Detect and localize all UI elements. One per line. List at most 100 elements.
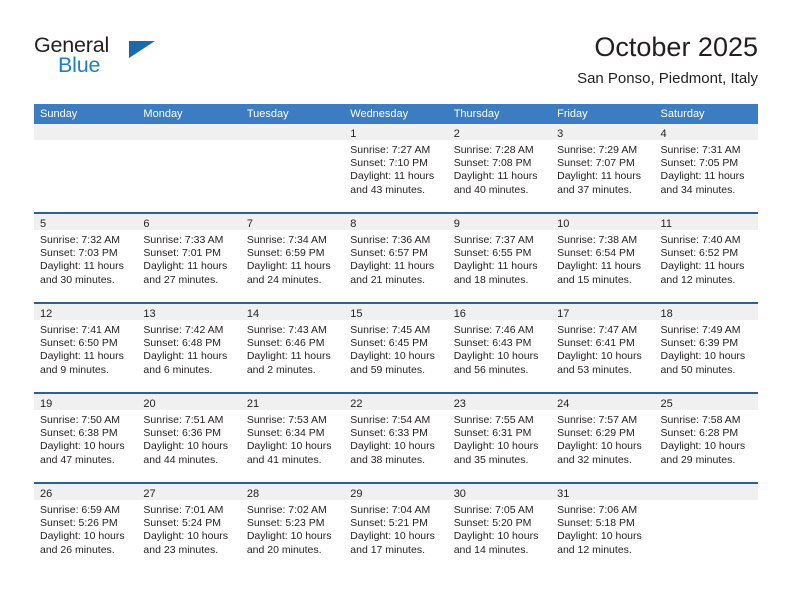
daylight-text: Daylight: 10 hours xyxy=(453,440,539,453)
day-cell[interactable]: 20 Sunrise: 7:51 AM Sunset: 6:36 PM Dayligh… xyxy=(137,394,241,482)
sunset-text: Sunset: 5:18 PM xyxy=(557,517,635,530)
day-cell[interactable]: 27 Sunrise: 7:01 AM Sunset: 5:24 PM Dayligh… xyxy=(137,484,241,572)
calendar-week-row: 1 Sunrise: 7:27 AM Sunset: 7:10 PM Daylight… xyxy=(34,124,758,212)
weekday-header-sunday: Sunday xyxy=(40,108,78,120)
weekday-header-wednesday: Wednesday xyxy=(350,108,409,120)
day-details: Sunrise: 7:05 AM Sunset: 5:20 PM Daylight:… xyxy=(448,500,551,557)
daylight-text: Daylight: 11 hours xyxy=(453,170,538,183)
weekday-header-row: Sunday Monday Tuesday Wednesday Thursday Frid… xyxy=(34,104,758,124)
day-cell[interactable]: 29 Sunrise: 7:04 AM Sunset: 5:21 PM Dayligh… xyxy=(344,484,448,572)
day-cell[interactable]: 8 Sunrise: 7:36 AM Sunset: 6:57 PM Daylight… xyxy=(344,214,448,302)
daylight-text: Daylight: 10 hours xyxy=(246,530,332,543)
sunset-text: Sunset: 6:34 PM xyxy=(246,427,325,440)
day-cell[interactable]: 5 Sunrise: 7:32 AM Sunset: 7:03 PM Daylight… xyxy=(34,214,138,302)
sunset-text: Sunset: 6:48 PM xyxy=(143,337,222,350)
day-cell[interactable]: 25 Sunrise: 7:58 AM Sunset: 6:28 PM Dayligh… xyxy=(654,394,758,482)
day-cell[interactable]: 13 Sunrise: 7:42 AM Sunset: 6:48 PM Dayligh… xyxy=(137,304,241,392)
day-number: 31 xyxy=(557,488,570,500)
day-cell[interactable]: 3 Sunrise: 7:29 AM Sunset: 7:07 PM Daylight… xyxy=(551,124,655,212)
day-number-band: 26 xyxy=(34,484,138,500)
day-cell[interactable]: 10 Sunrise: 7:38 AM Sunset: 6:54 PM Dayligh… xyxy=(551,214,655,302)
day-details: Sunrise: 7:29 AM Sunset: 7:07 PM Daylight:… xyxy=(551,140,654,197)
day-cell[interactable]: 18 Sunrise: 7:49 AM Sunset: 6:39 PM Dayligh… xyxy=(654,304,758,392)
day-number-band: 23 xyxy=(447,394,552,410)
day-cell[interactable]: 24 Sunrise: 7:57 AM Sunset: 6:29 PM Dayligh… xyxy=(551,394,655,482)
day-number-band xyxy=(137,124,241,140)
day-details xyxy=(137,140,240,144)
daylight-text-cont: and 15 minutes. xyxy=(557,273,632,286)
day-details: Sunrise: 7:04 AM Sunset: 5:21 PM Daylight:… xyxy=(344,500,447,557)
sunrise-text: Sunrise: 7:47 AM xyxy=(557,324,638,336)
day-number: 22 xyxy=(350,398,363,410)
day-cell[interactable]: 21 Sunrise: 7:53 AM Sunset: 6:34 PM Dayligh… xyxy=(240,394,345,482)
weekday-header-tuesday: Tuesday xyxy=(246,108,289,120)
sunrise-text: Sunrise: 7:31 AM xyxy=(660,144,741,156)
sunrise-text: Sunrise: 7:02 AM xyxy=(246,504,327,516)
daylight-text-cont: and 56 minutes. xyxy=(453,363,529,376)
general-blue-logo: General Blue xyxy=(34,33,234,83)
sunset-text: Sunset: 6:46 PM xyxy=(246,337,325,350)
daylight-text-cont: and 30 minutes. xyxy=(40,273,115,286)
daylight-text-cont: and 50 minutes. xyxy=(660,363,736,376)
weekday-header-saturday: Saturday xyxy=(660,108,705,120)
day-number: 15 xyxy=(350,308,363,320)
day-details: Sunrise: 7:46 AM Sunset: 6:43 PM Daylight:… xyxy=(448,320,551,377)
day-cell[interactable]: 19 Sunrise: 7:50 AM Sunset: 6:38 PM Dayligh… xyxy=(34,394,138,482)
sunset-text: Sunset: 7:03 PM xyxy=(40,247,118,260)
day-cell[interactable]: 16 Sunrise: 7:46 AM Sunset: 6:43 PM Dayligh… xyxy=(447,304,552,392)
sunrise-text: Sunrise: 7:57 AM xyxy=(557,414,638,426)
sunset-text: Sunset: 6:33 PM xyxy=(350,427,428,440)
daylight-text: Daylight: 10 hours xyxy=(40,530,125,543)
daylight-text-cont: and 35 minutes. xyxy=(453,453,529,466)
calendar-week-row: 5 Sunrise: 7:32 AM Sunset: 7:03 PM Daylight… xyxy=(34,212,758,302)
sunset-text: Sunset: 6:52 PM xyxy=(660,247,739,260)
day-cell[interactable]: 12 Sunrise: 7:41 AM Sunset: 6:50 PM Dayligh… xyxy=(34,304,138,392)
day-number: 24 xyxy=(557,398,570,410)
sunrise-text: Sunrise: 7:45 AM xyxy=(350,324,431,336)
calendar-week-row: 12 Sunrise: 7:41 AM Sunset: 6:50 PM Dayligh… xyxy=(34,302,758,392)
daylight-text: Daylight: 10 hours xyxy=(143,440,229,453)
daylight-text-cont: and 37 minutes. xyxy=(557,183,632,196)
day-cell[interactable]: 31 Sunrise: 7:06 AM Sunset: 5:18 PM Dayligh… xyxy=(551,484,655,572)
day-cell[interactable]: 26 Sunrise: 6:59 AM Sunset: 5:26 PM Dayligh… xyxy=(34,484,138,572)
day-number-band: 22 xyxy=(344,394,448,410)
day-cell[interactable]: 15 Sunrise: 7:45 AM Sunset: 6:45 PM Dayligh… xyxy=(344,304,448,392)
sunrise-text: Sunrise: 7:33 AM xyxy=(143,234,224,246)
day-details: Sunrise: 7:28 AM Sunset: 7:08 PM Daylight:… xyxy=(448,140,551,197)
day-cell[interactable]: 6 Sunrise: 7:33 AM Sunset: 7:01 PM Daylight… xyxy=(137,214,241,302)
daylight-text-cont: and 23 minutes. xyxy=(143,543,219,556)
day-cell[interactable]: 11 Sunrise: 7:40 AM Sunset: 6:52 PM Dayligh… xyxy=(654,214,758,302)
day-cell[interactable]: 2 Sunrise: 7:28 AM Sunset: 7:08 PM Daylight… xyxy=(447,124,552,212)
day-number-band: 16 xyxy=(447,304,552,320)
day-cell-empty xyxy=(137,124,241,212)
sunrise-text: Sunrise: 7:04 AM xyxy=(350,504,431,516)
day-cell[interactable]: 23 Sunrise: 7:55 AM Sunset: 6:31 PM Dayligh… xyxy=(447,394,552,482)
sunset-text: Sunset: 6:28 PM xyxy=(660,427,739,440)
day-number: 1 xyxy=(350,128,357,140)
day-cell[interactable]: 30 Sunrise: 7:05 AM Sunset: 5:20 PM Dayligh… xyxy=(447,484,552,572)
sunset-text: Sunset: 6:43 PM xyxy=(453,337,532,350)
daylight-text-cont: and 2 minutes. xyxy=(246,363,316,376)
day-number: 17 xyxy=(557,308,570,320)
day-number-band: 14 xyxy=(240,304,345,320)
daylight-text-cont: and 59 minutes. xyxy=(350,363,425,376)
day-cell[interactable]: 4 Sunrise: 7:31 AM Sunset: 7:05 PM Daylight… xyxy=(654,124,758,212)
day-cell[interactable]: 28 Sunrise: 7:02 AM Sunset: 5:23 PM Dayligh… xyxy=(240,484,345,572)
day-number: 2 xyxy=(453,128,460,140)
day-number-band: 27 xyxy=(137,484,241,500)
weekday-header-thursday: Thursday xyxy=(453,108,500,120)
daylight-text-cont: and 9 minutes. xyxy=(40,363,109,376)
day-cell[interactable]: 14 Sunrise: 7:43 AM Sunset: 6:46 PM Dayligh… xyxy=(240,304,345,392)
day-cell[interactable]: 1 Sunrise: 7:27 AM Sunset: 7:10 PM Daylight… xyxy=(344,124,448,212)
page-header: General Blue October 2025 San Ponso, Pie… xyxy=(0,0,792,100)
day-details xyxy=(34,140,137,144)
daylight-text-cont: and 53 minutes. xyxy=(557,363,632,376)
daylight-text-cont: and 43 minutes. xyxy=(350,183,425,196)
day-cell[interactable]: 22 Sunrise: 7:54 AM Sunset: 6:33 PM Dayligh… xyxy=(344,394,448,482)
day-details: Sunrise: 7:53 AM Sunset: 6:34 PM Daylight:… xyxy=(241,410,344,467)
day-number: 13 xyxy=(143,308,156,320)
day-cell[interactable]: 7 Sunrise: 7:34 AM Sunset: 6:59 PM Daylight… xyxy=(240,214,345,302)
day-cell[interactable]: 9 Sunrise: 7:37 AM Sunset: 6:55 PM Daylight… xyxy=(447,214,552,302)
day-cell[interactable]: 17 Sunrise: 7:47 AM Sunset: 6:41 PM Dayligh… xyxy=(551,304,655,392)
daylight-text: Daylight: 10 hours xyxy=(350,530,435,543)
